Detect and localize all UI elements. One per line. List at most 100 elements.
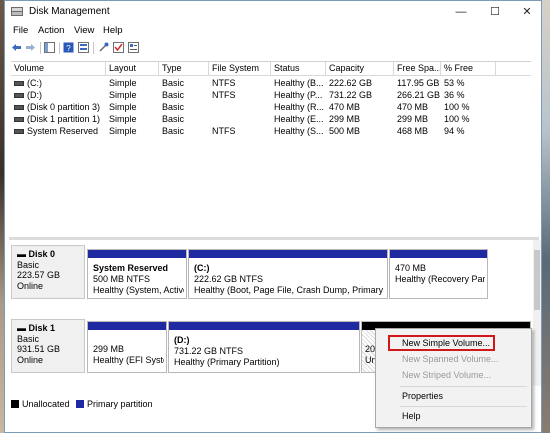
cell-status: Healthy (R... xyxy=(274,102,325,112)
disk-size: 931.51 GB xyxy=(17,344,61,354)
cell-percent-free: 36 % xyxy=(444,90,465,100)
cell-type: Basic xyxy=(162,90,185,100)
menu-separator xyxy=(400,386,527,387)
cell-type: Basic xyxy=(162,78,185,88)
legend-unallocated: Unallocated xyxy=(22,399,70,409)
disk-1-header[interactable]: ▬ Disk 1 Basic 931.51 GB Online xyxy=(11,319,85,373)
disk-state: Online xyxy=(17,354,44,365)
menu-new-simple-volume[interactable]: New Simple Volume... xyxy=(388,335,495,351)
checklist-icon[interactable] xyxy=(113,42,124,53)
column-header-layout[interactable]: Layout xyxy=(106,62,159,75)
show-hide-console-tree-icon[interactable] xyxy=(44,42,55,53)
partition-d[interactable]: (D:) 731.22 GB NTFS Healthy (Primary Par… xyxy=(168,321,360,373)
cell-percent-free: 100 % xyxy=(444,102,470,112)
cell-layout: Simple xyxy=(109,114,137,124)
disk-name: ▬ Disk 0 xyxy=(17,249,56,259)
partition-name: (D:) xyxy=(174,335,190,345)
primary-partition-bar xyxy=(189,250,387,258)
disk-size: 223.57 GB xyxy=(17,270,61,280)
menu-help-item[interactable]: Help xyxy=(376,408,531,424)
cell-capacity: 222.62 GB xyxy=(329,78,373,88)
partition-recovery[interactable]: 470 MB Healthy (Recovery Partit xyxy=(389,249,488,299)
list-view-icon[interactable] xyxy=(78,42,89,53)
scrollbar-thumb[interactable] xyxy=(534,250,540,310)
toolbar-separator xyxy=(59,42,60,54)
column-header-file-system[interactable]: File System xyxy=(209,62,271,75)
table-row[interactable]: System Reserved Simple Basic NTFS Health… xyxy=(11,125,531,137)
primary-partition-bar xyxy=(88,250,186,258)
table-row[interactable]: (D:) Simple Basic NTFS Healthy (P... 731… xyxy=(11,89,531,101)
menu-bar: File Action View Help xyxy=(5,23,541,39)
connect-icon[interactable] xyxy=(98,42,109,53)
volume-icon xyxy=(14,117,24,123)
disk-0-header[interactable]: ▬ Disk 0 Basic 223.57 GB Online xyxy=(11,245,85,299)
close-button[interactable]: ✕ xyxy=(512,1,542,23)
cell-file-system xyxy=(209,101,271,113)
cell-percent-free: 100 % xyxy=(444,114,470,124)
volume-icon xyxy=(14,81,24,87)
menu-properties[interactable]: Properties xyxy=(376,388,531,404)
column-header-volume[interactable]: Volume xyxy=(11,62,106,75)
properties-icon[interactable] xyxy=(128,42,139,53)
primary-partition-bar xyxy=(390,250,487,258)
menu-new-striped-volume[interactable]: New Striped Volume... xyxy=(376,367,531,383)
column-header-capacity[interactable]: Capacity xyxy=(326,62,394,75)
partition-status: Healthy (Recovery Partit xyxy=(395,274,485,284)
partition-size: 299 MB xyxy=(93,344,125,354)
column-header-type[interactable]: Type xyxy=(159,62,209,75)
back-arrow-icon[interactable] xyxy=(11,42,22,53)
menu-view[interactable]: View xyxy=(74,25,94,36)
menu-new-spanned-volume[interactable]: New Spanned Volume... xyxy=(376,351,531,367)
table-row[interactable]: (Disk 1 partition 1) Simple Basic Health… xyxy=(11,113,531,125)
disk-icon: ▬ xyxy=(17,323,29,333)
partition-system-reserved[interactable]: System Reserved 500 MB NTFS Healthy (Sys… xyxy=(87,249,187,299)
cell-capacity: 731.22 GB xyxy=(329,90,373,100)
menu-file[interactable]: File xyxy=(13,25,28,36)
disk-management-window: Disk Management — ☐ ✕ File Action View H… xyxy=(4,0,542,433)
partition-name: System Reserved xyxy=(93,263,169,273)
cell-layout: Simple xyxy=(109,78,137,88)
title-bar: Disk Management — ☐ ✕ xyxy=(5,1,541,23)
partition-status: Healthy (Boot, Page File, Crash Dump, Pr… xyxy=(194,285,385,295)
cell-layout: Simple xyxy=(109,102,137,112)
cell-status: Healthy (B... xyxy=(274,78,324,88)
maximize-button[interactable]: ☐ xyxy=(480,1,510,23)
cell-percent-free: 94 % xyxy=(444,126,465,136)
partition-efi[interactable]: 299 MB Healthy (EFI Syster xyxy=(87,321,167,373)
disk-icon: ▬ xyxy=(17,249,29,259)
cell-capacity: 299 MB xyxy=(329,114,361,124)
cell-percent-free: 53 % xyxy=(444,78,465,88)
table-row[interactable]: (Disk 0 partition 3) Simple Basic Health… xyxy=(11,101,531,113)
cell-volume: (Disk 1 partition 1) xyxy=(11,113,106,125)
menu-action[interactable]: Action xyxy=(38,25,64,36)
volume-icon xyxy=(14,129,24,135)
disk-type: Basic xyxy=(17,259,40,270)
cell-file-system: NTFS xyxy=(212,126,236,136)
cell-volume: (D:) xyxy=(11,89,106,101)
disk-management-icon xyxy=(11,7,23,16)
partition-c[interactable]: (C:) 222.62 GB NTFS Healthy (Boot, Page … xyxy=(188,249,388,299)
menu-help[interactable]: Help xyxy=(103,25,123,36)
unallocated-swatch xyxy=(11,400,19,408)
help-icon[interactable]: ? xyxy=(63,42,74,53)
vertical-scrollbar[interactable] xyxy=(533,240,541,386)
pane-splitter[interactable] xyxy=(9,237,539,240)
partition-size: 222.62 GB NTFS xyxy=(194,274,264,284)
cell-free-space: 299 MB xyxy=(397,114,429,124)
table-row[interactable]: (C:) Simple Basic NTFS Healthy (B... 222… xyxy=(11,77,531,89)
cell-capacity: 500 MB xyxy=(329,126,361,136)
cell-file-system xyxy=(209,113,271,125)
column-header-status[interactable]: Status xyxy=(271,62,326,75)
forward-arrow-icon[interactable] xyxy=(25,42,36,53)
minimize-button[interactable]: — xyxy=(446,1,476,23)
column-header-percent-free[interactable]: % Free xyxy=(441,62,496,75)
cell-type: Basic xyxy=(162,102,185,112)
cell-status: Healthy (S... xyxy=(274,126,324,136)
toolbar: ? xyxy=(5,39,541,57)
toolbar-separator xyxy=(93,42,94,54)
svg-text:?: ? xyxy=(66,44,71,53)
column-header-free-space[interactable]: Free Spa... xyxy=(394,62,441,75)
partition-status: Healthy (System, Active xyxy=(93,285,184,295)
cell-layout: Simple xyxy=(109,126,137,136)
window-title: Disk Management xyxy=(29,6,110,17)
